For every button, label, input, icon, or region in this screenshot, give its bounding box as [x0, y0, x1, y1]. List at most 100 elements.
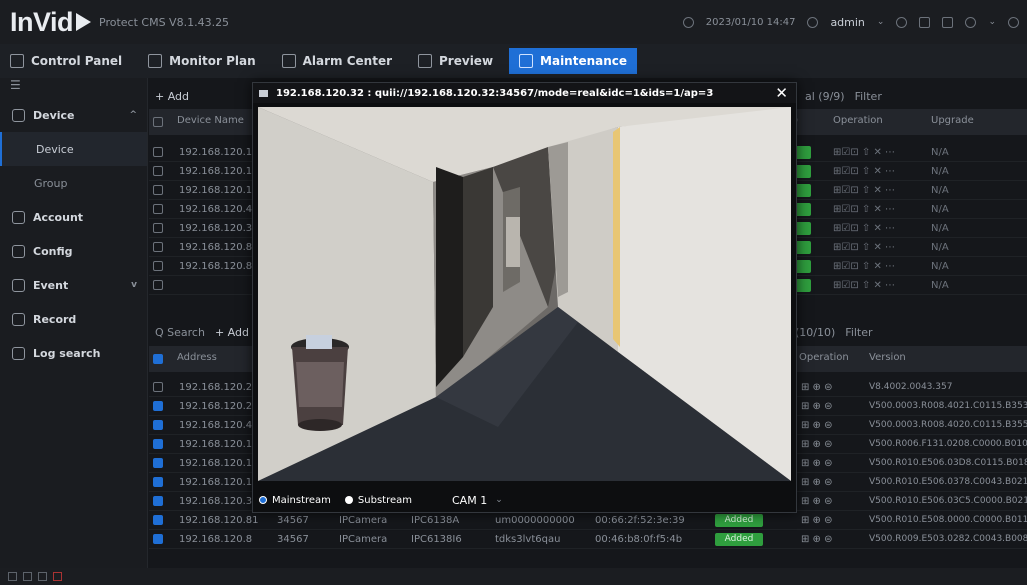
row-operations[interactable]: ⊞☑⊡ ⇧ ✕ ⋯	[833, 147, 895, 158]
row-operations[interactable]: ⊞☑⊡ ⇧ ✕ ⋯	[833, 185, 895, 196]
row-checkbox[interactable]	[153, 261, 163, 271]
sidebar-item-account[interactable]: Account	[0, 200, 147, 234]
row-operations[interactable]: ⊞ ⊕ ⊜	[801, 534, 833, 545]
close-icon[interactable]: ✕	[775, 84, 788, 102]
row-operations[interactable]: ⊞☑⊡ ⇧ ✕ ⋯	[833, 261, 895, 272]
row-checkbox[interactable]	[153, 280, 163, 290]
row-operations[interactable]: ⊞ ⊕ ⊜	[801, 515, 833, 526]
dialog-title: 192.168.120.32 : quii://192.168.120.32:3…	[276, 87, 714, 99]
row-operations[interactable]: ⊞☑⊡ ⇧ ✕ ⋯	[833, 204, 895, 215]
row-operations[interactable]: ⊞☑⊡ ⇧ ✕ ⋯	[833, 223, 895, 234]
select-all-checkbox[interactable]	[153, 117, 163, 127]
col-found-operation: Operation	[799, 352, 849, 363]
monitor-icon	[148, 54, 163, 68]
camera-select[interactable]: CAM 1 ⌄	[452, 494, 503, 507]
radio-selected-icon	[259, 496, 267, 504]
row-checkbox[interactable]	[153, 147, 163, 157]
sidebar-sub-group[interactable]: Group	[0, 166, 147, 200]
record-icon	[12, 312, 25, 326]
radio-unselected-icon	[344, 496, 353, 504]
row-checkbox[interactable]	[153, 420, 163, 430]
row-checkbox[interactable]	[153, 166, 163, 176]
lock-icon[interactable]	[919, 16, 931, 28]
col-device-name[interactable]: Device Name	[177, 115, 244, 126]
main-nav: Control Panel Monitor Plan Alarm Center …	[0, 44, 1027, 78]
dialog-title-bar: 192.168.120.32 : quii://192.168.120.32:3…	[253, 83, 796, 103]
row-operations[interactable]: ⊞☑⊡ ⇧ ✕ ⋯	[833, 166, 895, 177]
alarm-icon	[281, 54, 296, 68]
clock-icon	[682, 16, 694, 28]
sidebar-sub-device[interactable]: Device	[0, 132, 147, 166]
window-icon[interactable]	[942, 16, 954, 28]
sidebar-item-event[interactable]: Event v	[0, 268, 147, 302]
substream-option[interactable]: Substream	[344, 495, 412, 506]
row-checkbox[interactable]	[153, 515, 163, 525]
sidebar-item-record[interactable]: Record	[0, 302, 147, 336]
device-filter[interactable]: Filter	[855, 90, 882, 103]
settings-icon[interactable]	[896, 16, 908, 28]
username[interactable]: admin	[830, 16, 864, 29]
nav-alarm-center[interactable]: Alarm Center	[272, 48, 402, 74]
row-checkbox[interactable]	[153, 477, 163, 487]
status-icon[interactable]	[38, 572, 47, 581]
row-checkbox[interactable]	[153, 496, 163, 506]
menu-collapse-icon[interactable]: ☰	[0, 78, 147, 98]
status-icon[interactable]	[23, 572, 32, 581]
row-checkbox[interactable]	[153, 382, 163, 392]
table-row[interactable]: 192.168.120.8 34567 IPCamera IPC6138I6 t…	[149, 530, 1027, 549]
video-feed[interactable]	[258, 107, 791, 481]
row-operations[interactable]: ⊞☑⊡ ⇧ ✕ ⋯	[833, 280, 895, 291]
status-bar	[0, 568, 1027, 585]
add-found-device-button[interactable]: + Add	[215, 326, 249, 339]
found-count-area: (10/10) Filter	[789, 318, 873, 346]
live-preview-dialog: 192.168.120.32 : quii://192.168.120.32:3…	[252, 82, 797, 513]
row-checkbox[interactable]	[153, 439, 163, 449]
status-badge: Added	[715, 513, 763, 527]
row-checkbox[interactable]	[153, 534, 163, 544]
user-icon[interactable]	[807, 16, 819, 28]
row-operations[interactable]: ⊞ ⊕ ⊜	[801, 401, 833, 412]
nav-control-panel[interactable]: Control Panel	[0, 48, 132, 74]
row-checkbox[interactable]	[153, 204, 163, 214]
row-checkbox[interactable]	[153, 223, 163, 233]
row-checkbox[interactable]	[153, 401, 163, 411]
chevron-down-icon: ⌄	[495, 495, 503, 505]
nav-monitor-plan[interactable]: Monitor Plan	[138, 48, 265, 74]
col-version: Version	[869, 352, 906, 363]
minimize-icon[interactable]	[965, 16, 977, 28]
row-checkbox[interactable]	[153, 242, 163, 252]
row-checkbox[interactable]	[153, 458, 163, 468]
account-icon	[12, 210, 25, 224]
mainstream-option[interactable]: Mainstream	[259, 495, 331, 506]
sidebar-item-device[interactable]: Device ^	[0, 98, 147, 132]
sidebar-item-log-search[interactable]: Log search	[0, 336, 147, 370]
row-operations[interactable]: ⊞☑⊡ ⇧ ✕ ⋯	[833, 242, 895, 253]
add-device-button[interactable]: + Add	[155, 90, 189, 103]
col-address[interactable]: Address	[177, 352, 217, 363]
col-upgrade: Upgrade	[931, 115, 974, 126]
maintenance-icon	[519, 54, 534, 68]
row-operations[interactable]: ⊞ ⊕ ⊜	[801, 420, 833, 431]
search-button[interactable]: Q Search	[155, 326, 205, 339]
row-operations[interactable]: ⊞ ⊕ ⊜	[801, 496, 833, 507]
device-count-area: al (9/9) Filter	[799, 82, 882, 110]
top-right-controls: 2023/01/10 14:47 admin ⌄ ⌄	[682, 0, 1019, 44]
select-all-found-checkbox[interactable]	[153, 354, 163, 364]
user-dropdown-chevron-icon[interactable]: ⌄	[877, 17, 885, 27]
alarm-status-icon[interactable]	[53, 572, 62, 581]
preview-icon	[418, 54, 433, 68]
row-operations[interactable]: ⊞ ⊕ ⊜	[801, 439, 833, 450]
power-icon[interactable]	[1008, 16, 1019, 28]
sidebar-item-config[interactable]: Config	[0, 234, 147, 268]
nav-preview[interactable]: Preview	[408, 48, 503, 74]
row-operations[interactable]: ⊞ ⊕ ⊜	[801, 382, 833, 393]
nav-maintenance[interactable]: Maintenance	[509, 48, 638, 74]
row-checkbox[interactable]	[153, 185, 163, 195]
table-row[interactable]: 192.168.120.81 34567 IPCamera IPC6138A u…	[149, 511, 1027, 530]
row-operations[interactable]: ⊞ ⊕ ⊜	[801, 458, 833, 469]
row-operations[interactable]: ⊞ ⊕ ⊜	[801, 477, 833, 488]
status-icon[interactable]	[8, 572, 17, 581]
found-filter[interactable]: Filter	[845, 326, 872, 339]
device-toolbar: + Add	[149, 82, 189, 110]
restore-icon[interactable]: ⌄	[988, 17, 996, 27]
